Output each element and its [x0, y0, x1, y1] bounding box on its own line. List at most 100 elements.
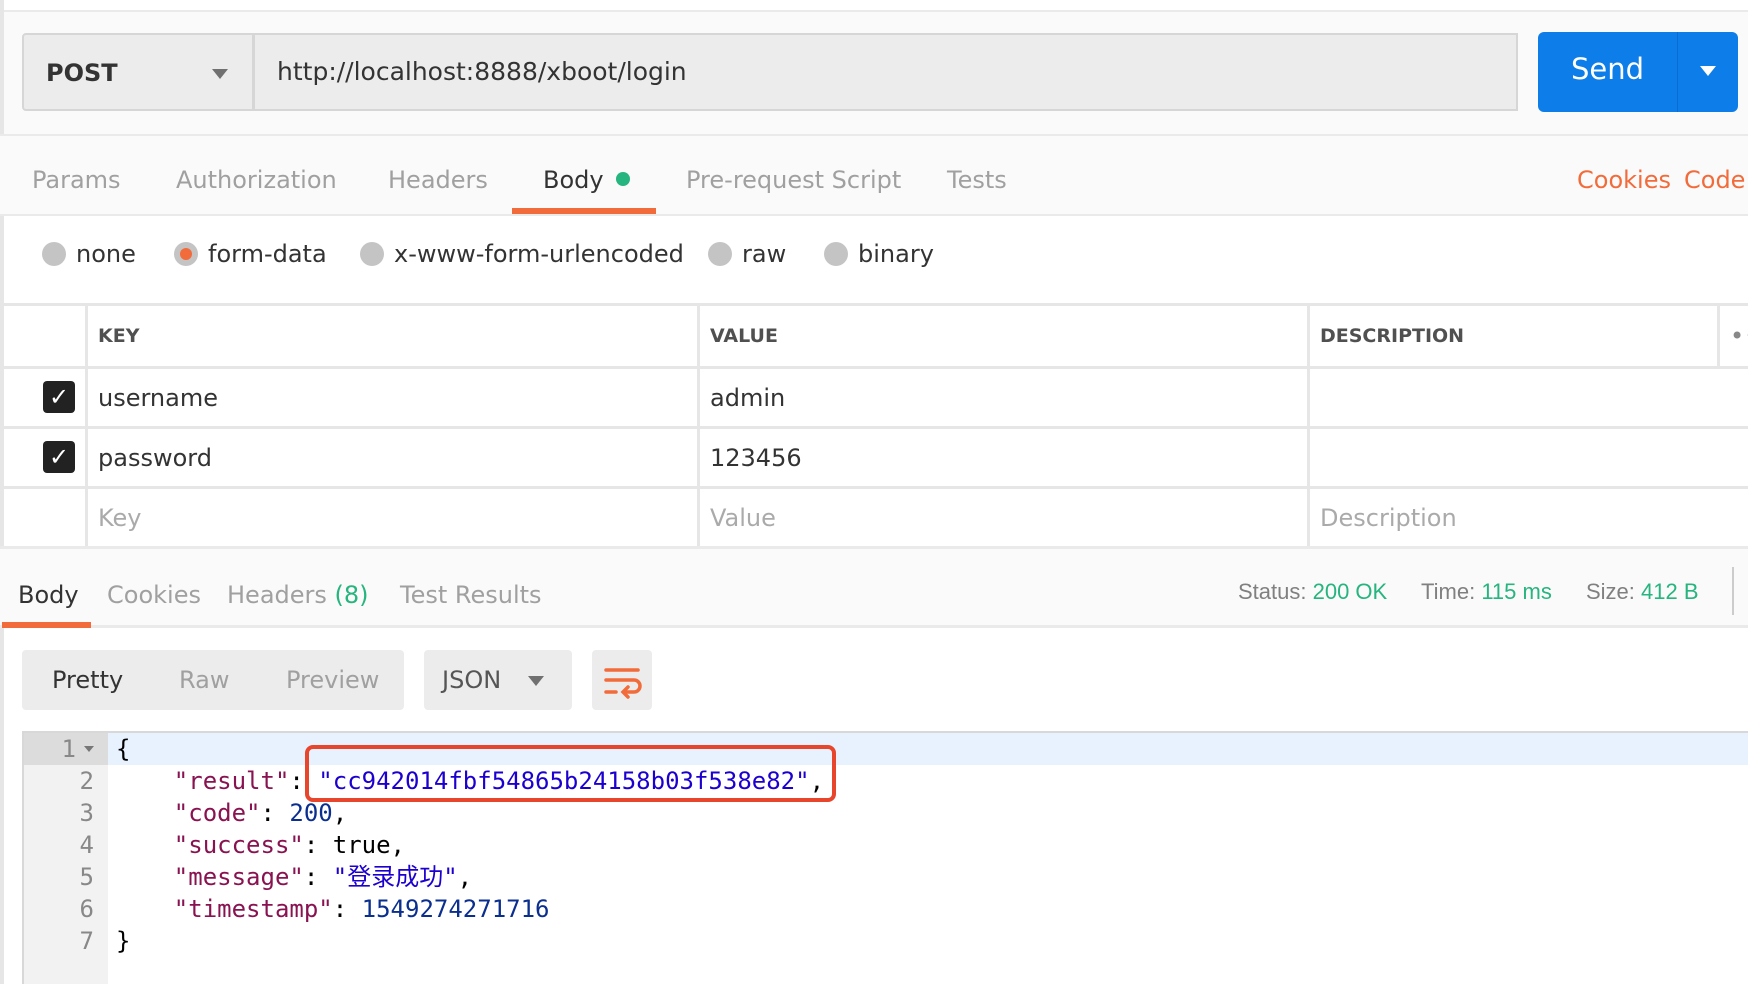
- key-cell[interactable]: password: [85, 429, 697, 486]
- json-key: "message": [173, 863, 304, 891]
- tab-params[interactable]: Params: [32, 166, 121, 194]
- active-tab-indicator: [512, 208, 656, 214]
- table-row: ✓ username admin: [4, 369, 1748, 429]
- view-pretty[interactable]: Pretty: [52, 666, 123, 694]
- code-line: }: [116, 927, 131, 955]
- key-input[interactable]: Key: [85, 489, 697, 546]
- request-tabs: Params Authorization Headers Body Pre-re…: [0, 134, 1748, 216]
- table-header: KEY VALUE DESCRIPTION ••: [4, 306, 1748, 369]
- radio-label: binary: [858, 240, 934, 268]
- row-checkbox[interactable]: ✓: [43, 381, 75, 413]
- value-cell[interactable]: admin: [697, 369, 1307, 426]
- description-cell[interactable]: [1307, 429, 1748, 486]
- radio-icon: [824, 242, 848, 266]
- response-tab-test-results[interactable]: Test Results: [400, 581, 542, 609]
- json-key: "code": [173, 799, 261, 827]
- form-data-table: KEY VALUE DESCRIPTION •• ✓ username admi…: [4, 303, 1748, 549]
- view-raw[interactable]: Raw: [179, 666, 229, 694]
- wrap-lines-button[interactable]: [592, 650, 652, 710]
- line-number: 5: [79, 863, 94, 891]
- json-key: "success": [173, 831, 304, 859]
- radio-label: form-data: [208, 240, 327, 268]
- send-options-button[interactable]: [1677, 32, 1738, 112]
- line-number: 3: [79, 799, 94, 827]
- url-input[interactable]: http://localhost:8888/xboot/login: [254, 33, 1518, 111]
- tab-body[interactable]: Body: [543, 166, 630, 194]
- json-string: "登录成功": [332, 863, 458, 891]
- radio-binary[interactable]: binary: [824, 240, 934, 268]
- send-button[interactable]: Send: [1538, 32, 1677, 112]
- highlight-annotation-box: [305, 745, 836, 802]
- status-value: 200 OK: [1312, 579, 1388, 604]
- status: Status: 200 OK: [1238, 579, 1387, 605]
- tab-label: Headers: [227, 581, 327, 609]
- line-number: 7: [79, 927, 94, 955]
- tab-authorization[interactable]: Authorization: [176, 166, 337, 194]
- radio-raw[interactable]: raw: [708, 240, 786, 268]
- status-label: Status:: [1238, 579, 1307, 604]
- divider: [1732, 567, 1734, 615]
- line-number: 4: [79, 831, 94, 859]
- json-key: "timestamp": [173, 895, 333, 923]
- size-label: Size:: [1586, 579, 1635, 604]
- header-description: DESCRIPTION: [1307, 306, 1717, 366]
- radio-selected-icon: [174, 242, 198, 266]
- header-value: VALUE: [697, 306, 1307, 366]
- cookies-link[interactable]: Cookies: [1577, 166, 1671, 194]
- json-number: 1549274271716: [361, 895, 550, 923]
- code-line: {: [116, 735, 131, 763]
- line-number: 2: [79, 767, 94, 795]
- active-response-tab-indicator: [2, 622, 91, 628]
- tab-headers[interactable]: Headers: [388, 166, 488, 194]
- value-input[interactable]: Value: [697, 489, 1307, 546]
- response-body-editor[interactable]: 1 2 3 4 5 6 7 { "result": "cc942014fbf54…: [22, 731, 1748, 984]
- tab-body-label: Body: [543, 166, 604, 194]
- description-cell[interactable]: [1307, 369, 1748, 426]
- key-cell[interactable]: username: [85, 369, 697, 426]
- code-link[interactable]: Code: [1684, 166, 1745, 194]
- response-tab-headers[interactable]: Headers (8): [227, 581, 369, 609]
- response-tab-cookies[interactable]: Cookies: [107, 581, 201, 609]
- method-label: POST: [46, 59, 118, 87]
- response-tab-body[interactable]: Body: [18, 581, 79, 609]
- radio-label: none: [76, 240, 136, 268]
- json-boolean: true: [332, 831, 391, 859]
- tab-tests[interactable]: Tests: [947, 166, 1007, 194]
- more-options-icon[interactable]: ••: [1717, 306, 1748, 366]
- view-mode-group: Pretty Raw Preview: [22, 650, 404, 710]
- header-key: KEY: [85, 306, 697, 366]
- format-select[interactable]: JSON: [424, 650, 572, 710]
- radio-none[interactable]: none: [42, 240, 136, 268]
- radio-x-www-form-urlencoded[interactable]: x-www-form-urlencoded: [360, 240, 684, 268]
- wrap-icon: [604, 668, 642, 699]
- time: Time: 115 ms: [1421, 579, 1552, 605]
- code-line: "message": "登录成功",: [173, 863, 473, 891]
- fold-arrow-icon[interactable]: [84, 746, 94, 752]
- table-row: ✓ password 123456: [4, 429, 1748, 489]
- size-value: 412 B: [1641, 579, 1699, 604]
- radio-form-data[interactable]: form-data: [174, 240, 327, 268]
- line-number: 6: [79, 895, 94, 923]
- description-input[interactable]: Description: [1307, 489, 1748, 546]
- headers-count: (8): [334, 581, 369, 609]
- method-select[interactable]: POST: [22, 33, 254, 111]
- view-preview[interactable]: Preview: [286, 666, 379, 694]
- time-value: 115 ms: [1481, 579, 1552, 604]
- radio-label: raw: [742, 240, 787, 268]
- time-label: Time:: [1421, 579, 1476, 604]
- radio-icon: [360, 242, 384, 266]
- active-line-highlight: [24, 733, 1748, 765]
- code-line: "success": true,: [173, 831, 405, 859]
- radio-icon: [708, 242, 732, 266]
- table-row-new: Key Value Description: [4, 489, 1748, 549]
- json-key: "result": [173, 767, 290, 795]
- line-number: 1: [61, 735, 76, 763]
- response-bar: Body Cookies Headers (8) Test Results St…: [0, 546, 1748, 628]
- row-checkbox[interactable]: ✓: [43, 441, 75, 473]
- value-cell[interactable]: 123456: [697, 429, 1307, 486]
- chevron-down-icon: [1700, 66, 1716, 76]
- format-label: JSON: [442, 666, 502, 694]
- size: Size: 412 B: [1586, 579, 1699, 605]
- json-number: 200: [289, 799, 333, 827]
- tab-pre-request-script[interactable]: Pre-request Script: [686, 166, 901, 194]
